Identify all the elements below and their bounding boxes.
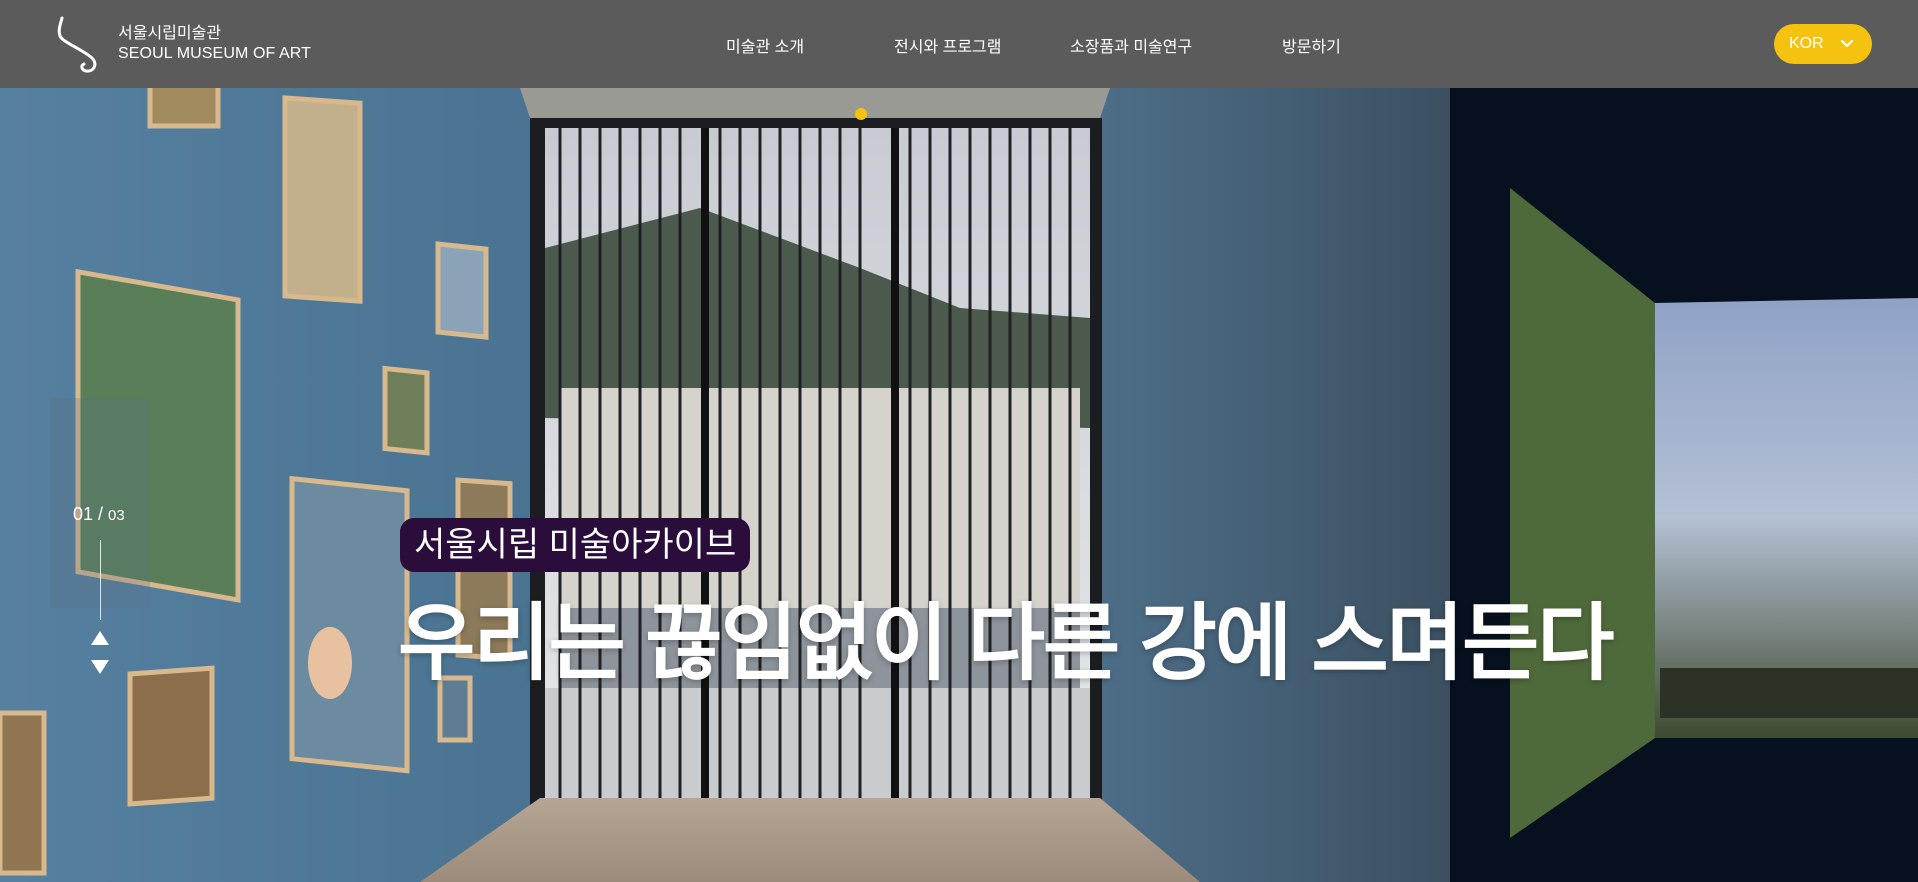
slide-total: 03 [108,507,125,524]
language-label: KOR [1789,35,1824,52]
nav-item-visit[interactable]: 방문하기 [1282,33,1341,57]
slide-separator: / [93,504,109,524]
slide-progress-line [100,540,101,620]
triangle-up-icon[interactable] [91,631,109,645]
s-logo-icon[interactable] [54,16,102,74]
chevron-down-icon [1840,39,1854,48]
nav-item-exhibitions[interactable]: 전시와 프로그램 [894,33,1002,57]
carousel-dot[interactable] [855,108,867,120]
site-logo-text[interactable]: 서울시립미술관 SEOUL MUSEUM OF ART [118,24,311,64]
hero-headline[interactable]: 우리는 끊임없이 다른 강에 스며든다 [398,576,1615,697]
slide-current: 01 [73,504,94,524]
hero-banner: 01 / 03 서울시립 미술아카이브 우리는 끊임없이 다른 강에 스며든다 [0,88,1918,882]
site-header: 서울시립미술관 SEOUL MUSEUM OF ART 미술관 소개 전시와 프… [0,0,1918,88]
logo-korean: 서울시립미술관 [118,25,222,42]
language-selector[interactable]: KOR [1774,24,1872,64]
slide-counter: 01 / 03 [73,504,125,525]
nav-item-about[interactable]: 미술관 소개 [726,33,804,57]
triangle-down-icon[interactable] [91,660,109,674]
hero-tag[interactable]: 서울시립 미술아카이브 [400,518,751,572]
logo-english: SEOUL MUSEUM OF ART [118,45,312,62]
hero-image [0,88,1918,882]
nav-item-collection[interactable]: 소장품과 미술연구 [1070,33,1192,57]
